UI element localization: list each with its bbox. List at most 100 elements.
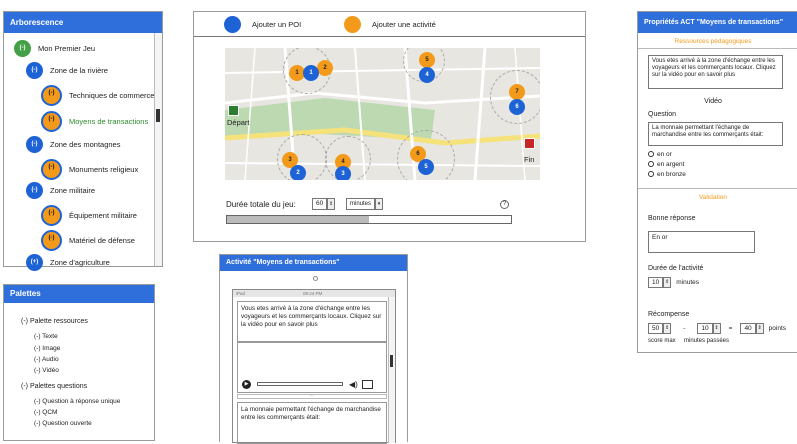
palette-item-question-ouverte[interactable]: (-) Question ouverte xyxy=(34,420,92,427)
radio-icon[interactable] xyxy=(648,171,654,178)
tablet-screen: iPad 09:24 PM Vous etes arrivé à la zone… xyxy=(232,289,396,444)
activity-preview-panel: Activité "Moyens de transactions" iPad 0… xyxy=(219,254,408,444)
duration-stepper-icon[interactable]: ⇕ xyxy=(327,198,336,210)
add-poi-button[interactable]: Ajouter un POI xyxy=(224,16,301,33)
stepper-icon[interactable]: ⇕ xyxy=(755,323,764,334)
poi-marker[interactable]: 1 xyxy=(303,65,319,81)
content-divider-handle[interactable]: ⋯ xyxy=(237,394,387,399)
reward-label: Récompense xyxy=(648,311,690,318)
add-poi-label: Ajouter un POI xyxy=(252,20,302,29)
collapse-toggle-icon[interactable]: (-) xyxy=(26,182,43,199)
stepper-icon[interactable]: ⇕ xyxy=(663,323,672,334)
collapse-toggle-icon[interactable]: (-) xyxy=(41,111,62,132)
palette-item-video[interactable]: (-) Vidéo xyxy=(34,367,59,374)
duration-unit-select[interactable]: minutes ▾ xyxy=(346,198,384,210)
radio-icon[interactable] xyxy=(648,161,654,168)
palette-item-question-unique[interactable]: (-) Question à réponse unique xyxy=(34,398,120,405)
tree-item-zone-riviere[interactable]: (-) Zone de la rivière xyxy=(26,62,108,79)
duration-value[interactable]: 60 xyxy=(312,198,328,210)
palette-questions-header[interactable]: (-) Palettes questions xyxy=(21,383,87,390)
option-row-1[interactable]: en or xyxy=(648,151,672,158)
video-controls: ▶ ◀) xyxy=(242,379,382,389)
palette-item-qcm[interactable]: (-) QCM xyxy=(34,409,57,416)
palette-item-image[interactable]: (-) Image xyxy=(34,345,60,352)
answer-field[interactable]: En or xyxy=(648,231,755,253)
tablet-scrollbar-thumb[interactable] xyxy=(390,355,393,367)
fullscreen-icon[interactable] xyxy=(361,379,373,389)
start-flag-icon xyxy=(228,105,239,116)
collapse-toggle-icon[interactable]: (-) xyxy=(41,205,62,226)
equals-sign: = xyxy=(728,325,733,332)
minutes-passed-value[interactable]: 10 xyxy=(697,323,713,334)
stepper-icon[interactable]: ⇕ xyxy=(712,323,721,334)
collapse-toggle-icon[interactable]: (-) xyxy=(41,230,62,251)
add-activity-button[interactable]: Ajouter une activité xyxy=(344,16,436,33)
points-result-value[interactable]: 40 xyxy=(740,323,756,334)
video-seek-bar[interactable] xyxy=(257,382,343,386)
tablet-scrollbar[interactable] xyxy=(388,297,395,443)
option-row-2[interactable]: en argent xyxy=(648,161,684,168)
tree-item-techniques[interactable]: (-) Techniques de commerce xyxy=(41,85,154,106)
tree-scrollbar[interactable] xyxy=(154,33,162,266)
validation-divider xyxy=(638,188,797,189)
end-flag-icon xyxy=(524,138,535,149)
poi-marker[interactable]: 5 xyxy=(418,159,434,175)
stepper-icon[interactable]: ⇕ xyxy=(663,277,672,288)
tree-item-label: Matériel de défense xyxy=(69,236,135,245)
poi-marker[interactable]: 2 xyxy=(290,165,306,180)
collapse-toggle-icon[interactable]: (-) xyxy=(41,85,62,106)
chevron-down-icon[interactable]: ▾ xyxy=(375,198,384,210)
collapse-toggle-icon[interactable]: (-) xyxy=(26,136,43,153)
palettes-panel: Palettes (-) Palette ressources (-) Text… xyxy=(3,284,155,441)
map-editor-panel: Ajouter un POI Ajouter une activité 1 2 … xyxy=(193,11,586,242)
resource-text-field[interactable]: Vous etes arrivé à la zone d'échange ent… xyxy=(648,55,783,89)
tree-scrollbar-thumb[interactable] xyxy=(156,109,160,122)
tree-item-zone-militaire[interactable]: (-) Zone militaire xyxy=(26,182,95,199)
tree-item-zone-montagnes[interactable]: (-) Zone des montagnes xyxy=(26,136,120,153)
status-time: 09:24 PM xyxy=(303,291,323,296)
activity-icon xyxy=(344,16,361,33)
expand-toggle-icon[interactable]: (+) xyxy=(26,254,43,271)
radio-icon[interactable] xyxy=(648,151,654,158)
volume-icon[interactable]: ◀) xyxy=(349,380,358,389)
tree-item-zone-agriculture[interactable]: (+) Zone d'agriculture xyxy=(26,254,110,271)
palette-resources-header[interactable]: (-) Palette ressources xyxy=(21,318,88,325)
play-icon[interactable]: ▶ xyxy=(242,379,251,389)
tree-item-monuments[interactable]: (-) Monuments religieux xyxy=(41,159,138,180)
tree-item-materiel[interactable]: (-) Matériel de défense xyxy=(41,230,135,251)
collapse-toggle-icon[interactable]: (-) xyxy=(26,62,43,79)
duration-unit-value[interactable]: minutes xyxy=(346,198,376,210)
poi-marker[interactable]: 6 xyxy=(509,99,525,115)
option-row-3[interactable]: en bronze xyxy=(648,171,686,178)
game-map[interactable]: 1 2 1 5 4 7 6 3 2 4 3 6 5 Départ Fin xyxy=(225,48,540,180)
palette-item-audio[interactable]: (-) Audio xyxy=(34,356,59,363)
tree-item-label: Zone de la rivière xyxy=(50,66,108,75)
minutes-passed-caption: minutes passées xyxy=(684,338,730,344)
collapse-toggle-icon[interactable]: (-) xyxy=(14,40,31,57)
collapse-toggle-icon[interactable]: (-) xyxy=(41,159,62,180)
poi-marker[interactable]: 4 xyxy=(419,67,435,83)
tree-item-root[interactable]: (-) Mon Premier Jeu xyxy=(14,40,95,57)
tree-item-equipement[interactable]: (-) Équipement militaire xyxy=(41,205,137,226)
activity-text-card: Vous etes arrivé à la zone d'échange ent… xyxy=(237,301,387,393)
activity-marker[interactable]: 2 xyxy=(317,60,333,76)
help-icon[interactable]: ? xyxy=(500,200,509,209)
video-player[interactable]: ▶ ◀) xyxy=(238,342,386,393)
validation-section-title: Validation xyxy=(698,194,728,201)
tree-item-moyens-selected[interactable]: (-) Moyens de transactions xyxy=(41,111,148,132)
palettes-panel-title: Palettes xyxy=(4,285,154,303)
tree-item-label: Zone des montagnes xyxy=(50,140,121,149)
end-label: Fin xyxy=(524,155,535,164)
activity-marker[interactable]: 5 xyxy=(419,52,435,68)
score-max-value[interactable]: 50 xyxy=(648,323,664,334)
poi-marker[interactable]: 3 xyxy=(335,166,351,180)
activity-duration-input[interactable]: 10 ⇕ minutes xyxy=(648,277,699,288)
palette-item-texte[interactable]: (-) Texte xyxy=(34,333,58,340)
activity-question-text: La monnaie permettant l'échange de march… xyxy=(241,406,381,421)
tree-item-label: Zone d'agriculture xyxy=(50,258,110,267)
activity-duration-value[interactable]: 10 xyxy=(648,277,664,288)
poi-icon xyxy=(224,16,241,33)
question-text-field[interactable]: La monnaie permettant l'échange de march… xyxy=(648,122,783,146)
activity-marker[interactable]: 7 xyxy=(509,84,525,100)
duration-input[interactable]: 60 ⇕ xyxy=(312,198,336,210)
